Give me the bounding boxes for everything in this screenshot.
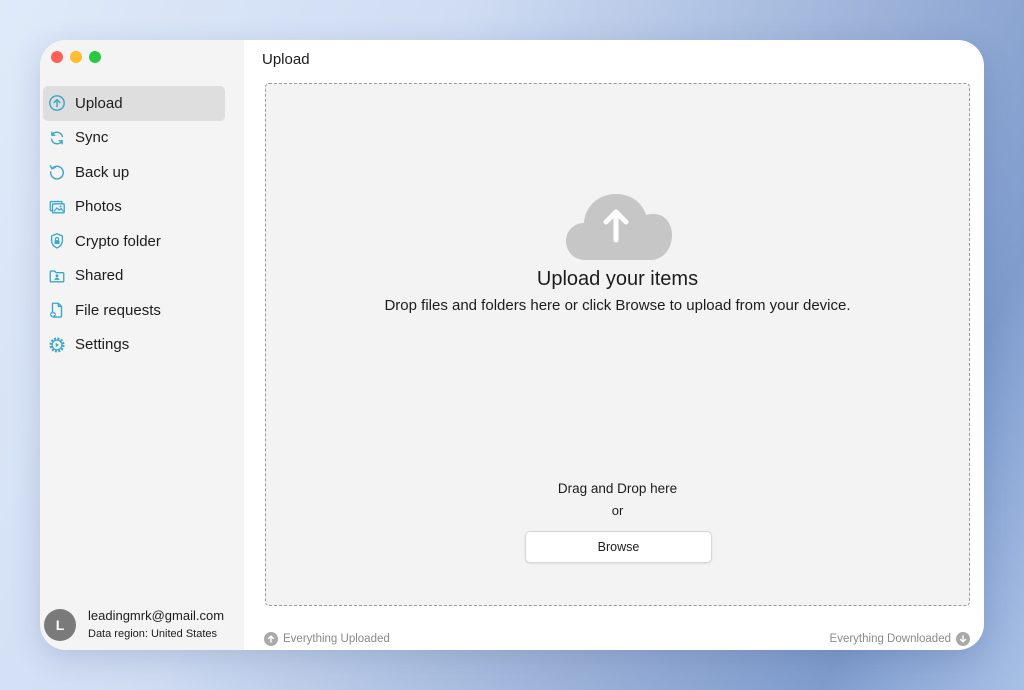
app-window: Upload Sync Back up Photos Crypto folder… xyxy=(40,40,984,650)
page-title: Upload xyxy=(262,51,310,68)
close-window-button[interactable] xyxy=(51,51,63,63)
account-email: leadingmrk@gmail.com xyxy=(88,608,225,623)
zoom-window-button[interactable] xyxy=(89,51,101,63)
dropzone-title: Upload your items xyxy=(536,268,699,290)
drag-drop-label: Drag and Drop here xyxy=(557,481,678,496)
sidebar-item-upload[interactable]: Upload xyxy=(43,86,225,121)
shared-folder-icon xyxy=(47,266,67,286)
sidebar-item-crypto-folder[interactable]: Crypto folder xyxy=(43,224,225,259)
or-label: or xyxy=(611,503,624,518)
upload-icon xyxy=(47,93,67,113)
upload-status-icon xyxy=(264,632,278,646)
sidebar-item-backup[interactable]: Back up xyxy=(43,155,225,190)
avatar[interactable]: L xyxy=(44,608,76,641)
data-region: Data region: United States xyxy=(88,628,218,640)
sidebar-nav: Upload Sync Back up Photos Crypto folder… xyxy=(43,86,225,362)
sidebar-item-label: Sync xyxy=(75,129,109,147)
sidebar-item-label: Crypto folder xyxy=(75,232,161,250)
sidebar-item-label: Shared xyxy=(75,267,124,285)
settings-icon xyxy=(47,335,67,355)
photos-icon xyxy=(47,197,67,217)
file-request-icon xyxy=(47,300,67,320)
sync-icon xyxy=(47,128,67,148)
sidebar-item-label: Photos xyxy=(75,198,122,216)
browse-button[interactable]: Browse xyxy=(525,531,712,563)
sidebar-item-settings[interactable]: Settings xyxy=(43,328,225,363)
sidebar: Upload Sync Back up Photos Crypto folder… xyxy=(40,40,244,650)
account-text: leadingmrk@gmail.com Data region: United… xyxy=(88,607,224,642)
upload-status: Everything Uploaded xyxy=(264,632,390,646)
account-info[interactable]: L leadingmrk@gmail.com Data region: Unit… xyxy=(44,607,224,642)
main-content: Upload Upload your items Drop files and … xyxy=(244,40,984,650)
backup-icon xyxy=(47,162,67,182)
download-status-text: Everything Downloaded xyxy=(829,633,951,645)
dropzone-subtitle: Drop files and folders here or click Bro… xyxy=(384,297,851,314)
sidebar-item-label: Upload xyxy=(75,94,123,112)
window-controls xyxy=(51,51,101,63)
sidebar-item-shared[interactable]: Shared xyxy=(43,259,225,294)
cloud-upload-icon xyxy=(566,194,672,260)
sidebar-item-sync[interactable]: Sync xyxy=(43,121,225,156)
sidebar-item-photos[interactable]: Photos xyxy=(43,190,225,225)
download-status: Everything Downloaded xyxy=(830,632,970,646)
upload-status-text: Everything Uploaded xyxy=(283,633,390,645)
sidebar-item-file-requests[interactable]: File requests xyxy=(43,293,225,328)
upload-dropzone[interactable]: Upload your items Drop files and folders… xyxy=(265,83,970,606)
minimize-window-button[interactable] xyxy=(70,51,82,63)
download-status-icon xyxy=(956,632,970,646)
lock-shield-icon xyxy=(47,231,67,251)
sidebar-item-label: File requests xyxy=(75,301,161,319)
sidebar-item-label: Settings xyxy=(75,336,130,354)
sidebar-item-label: Back up xyxy=(75,163,130,181)
